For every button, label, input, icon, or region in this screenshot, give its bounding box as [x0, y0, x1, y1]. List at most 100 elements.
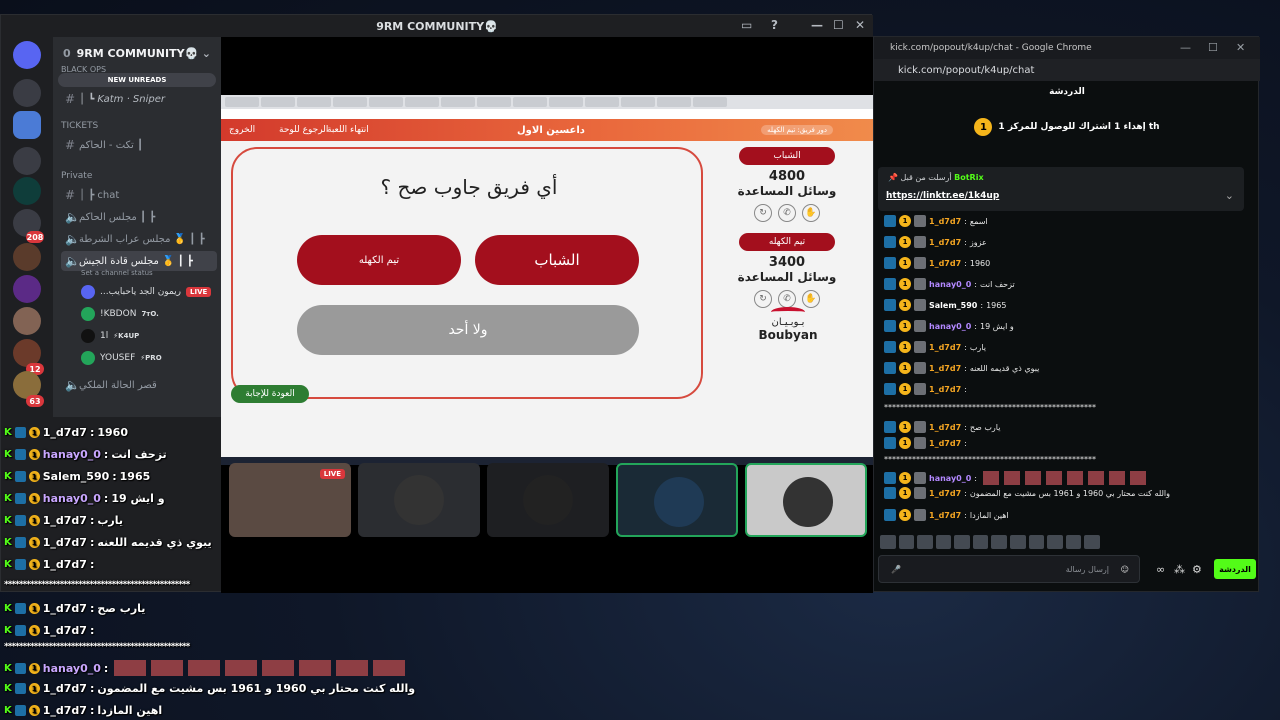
sub-badge-icon: 1 — [28, 537, 40, 548]
aid-hand-icon[interactable]: ✋ — [802, 290, 820, 308]
kick-logo-icon: K — [4, 705, 12, 716]
chat-send-button[interactable]: الدردشة — [1214, 559, 1256, 579]
minimize-icon[interactable]: — — [811, 18, 823, 32]
sub-badge-icon: 1 — [28, 515, 40, 526]
voice-channel-item[interactable]: 🔈 مجلس الحاكم ┃ ┣ — [61, 207, 217, 227]
quiz-exit[interactable]: الخروج — [229, 125, 255, 135]
overlay-chat-message: K 1 hanay0_0: و ايش 19 — [4, 492, 165, 505]
voice-channel-item-active[interactable]: 🔈 مجلس قادة الجيش 🥇 ┃ ┣ — [61, 251, 217, 271]
chat-text: يارب — [969, 342, 986, 352]
discord-home-icon[interactable] — [13, 41, 41, 69]
chat-username[interactable]: hanay0_0 — [929, 474, 971, 483]
maximize-icon[interactable]: ☐ — [833, 18, 844, 32]
voice-user[interactable]: YOUSEF ⚡PRO — [81, 351, 162, 365]
chat-input[interactable]: إرسال رسالة ☺ 🎤 — [878, 555, 1140, 583]
emote-image — [1088, 471, 1104, 485]
sub-badge-icon: 1 — [899, 509, 911, 521]
server-icon[interactable] — [13, 147, 41, 175]
people-icon[interactable]: ⁂ — [1174, 563, 1185, 576]
server-header[interactable]: 0 9RM COMMUNITY💀 ⌄ — [53, 41, 221, 65]
server-icon[interactable] — [13, 79, 41, 107]
badge-icon — [914, 320, 926, 332]
answer-team-a-button[interactable]: الشباب — [475, 235, 639, 285]
server-icon-active[interactable] — [13, 111, 41, 139]
sub-badge-icon: 1 — [899, 215, 911, 227]
category-private[interactable]: Private — [61, 171, 92, 181]
aid-swap-icon[interactable]: ↻ — [754, 290, 772, 308]
screen-share[interactable]: الخروج الرجوع للوحة انتهاء اللعبة داعسين… — [221, 95, 873, 465]
overlay-username: 1_d7d7 — [42, 602, 87, 615]
badge-icon — [14, 625, 26, 636]
aid-hand-icon[interactable]: ✋ — [802, 204, 820, 222]
chat-text: والله كنت محتار بي 1960 و 1961 بس مشيت م… — [969, 488, 1170, 498]
quiz-end-game[interactable]: انتهاء اللعبة — [327, 125, 369, 135]
badge-icon — [914, 362, 926, 374]
voice-user[interactable]: !KBDON 7ᴛO. — [81, 307, 159, 321]
chat-username[interactable]: 1_d7d7 — [929, 511, 961, 520]
chat-username[interactable]: 1_d7d7 — [929, 259, 961, 268]
mic-icon[interactable]: 🎤 — [891, 565, 901, 574]
discord-window-title: 9RM COMMUNITY💀 — [376, 19, 498, 33]
chat-username[interactable]: Salem_590 — [929, 301, 977, 310]
new-unreads-pill[interactable]: NEW UNREADS — [58, 73, 216, 87]
chat-username[interactable]: 1_d7d7 — [929, 423, 961, 432]
server-icon[interactable] — [13, 307, 41, 335]
answer-team-b-button[interactable]: تيم الكهله — [297, 235, 461, 285]
overlay-text: يارب صح — [97, 602, 146, 615]
close-icon[interactable]: ✕ — [855, 18, 865, 32]
overlay-username: hanay0_0 — [42, 448, 101, 461]
chevron-down-icon[interactable]: ⌄ — [1225, 189, 1234, 202]
gear-icon[interactable]: ⚙ — [1192, 563, 1202, 576]
category-tickets[interactable]: TICKETS — [61, 121, 98, 131]
participant-tile-stream[interactable]: LIVE — [229, 463, 351, 537]
back-to-answer-button[interactable]: العودة للإجابة — [231, 385, 309, 403]
aid-call-icon[interactable]: ✆ — [778, 204, 796, 222]
channel-item[interactable]: # تكت - الحاكم ┃ — [61, 135, 217, 155]
chat-username[interactable]: 1_d7d7 — [929, 489, 961, 498]
speaker-icon: 🔈 — [65, 378, 80, 392]
chat-message: 1 1_d7d7: والله كنت محتار بي 1960 و 1961 ب… — [884, 487, 1170, 499]
voice-user[interactable]: 1l ⚡K4UP — [81, 329, 139, 343]
chat-username[interactable]: 1_d7d7 — [929, 217, 961, 226]
participant-tile[interactable] — [358, 463, 480, 537]
chat-username[interactable]: hanay0_0 — [929, 280, 971, 289]
participant-tile-speaking[interactable] — [745, 463, 867, 537]
chat-username[interactable]: hanay0_0 — [929, 322, 971, 331]
channel-status[interactable]: Set a channel status — [81, 269, 153, 277]
channel-item[interactable]: # │ ┗ Katm · Sniper — [61, 89, 217, 109]
participant-tile[interactable] — [487, 463, 609, 537]
overlay-chat-message: K 1 Salem_590:1965 — [4, 470, 150, 483]
voice-channel-item[interactable]: 🔈 قصر الحالة الملكي — [61, 375, 217, 395]
pinned-user[interactable]: BotRix — [954, 173, 983, 182]
channel-item[interactable]: # │ ┣ chat — [61, 185, 217, 205]
chevron-down-icon[interactable]: ⌄ — [202, 47, 211, 60]
maximize-icon[interactable]: ☐ — [1208, 41, 1218, 54]
chat-username[interactable]: 1_d7d7 — [929, 364, 961, 373]
sub-badge-icon: 1 — [899, 472, 911, 484]
server-icon[interactable] — [13, 177, 41, 205]
chat-username[interactable]: 1_d7d7 — [929, 343, 961, 352]
voice-user[interactable]: ...ريمون الجد ياحبايب LIVE — [81, 285, 212, 299]
chat-username[interactable]: 1_d7d7 — [929, 439, 961, 448]
minimize-icon[interactable]: — — [1180, 41, 1191, 54]
pinned-link[interactable]: https://linktr.ee/1k4up — [886, 191, 999, 201]
aid-swap-icon[interactable]: ↻ — [754, 204, 772, 222]
close-icon[interactable]: ✕ — [1236, 41, 1245, 54]
answer-none-button[interactable]: ولا أحد — [297, 305, 639, 355]
chat-username[interactable]: 1_d7d7 — [929, 385, 961, 394]
infinity-icon[interactable]: ∞ — [1156, 563, 1165, 576]
server-icon[interactable] — [13, 243, 41, 271]
participant-tile-speaking[interactable] — [616, 463, 738, 537]
chat-username[interactable]: 1_d7d7 — [929, 238, 961, 247]
badge-icon — [884, 383, 896, 395]
inbox-icon[interactable]: ▭ — [741, 18, 752, 32]
emoji-icon[interactable]: ☺ — [1121, 565, 1129, 574]
quiz-back-board[interactable]: الرجوع للوحة — [279, 125, 328, 135]
kick-logo-icon: K — [4, 471, 12, 482]
chrome-address-bar[interactable]: kick.com/popout/k4up/chat — [874, 59, 1260, 81]
server-icon[interactable] — [13, 275, 41, 303]
aid-call-icon[interactable]: ✆ — [778, 290, 796, 308]
voice-user-name: !KBDON — [100, 309, 137, 319]
help-icon[interactable]: ? — [771, 18, 778, 32]
voice-channel-item[interactable]: 🔈 مجلس عراب الشرطة 🥇 ┃ ┣ — [61, 229, 217, 249]
